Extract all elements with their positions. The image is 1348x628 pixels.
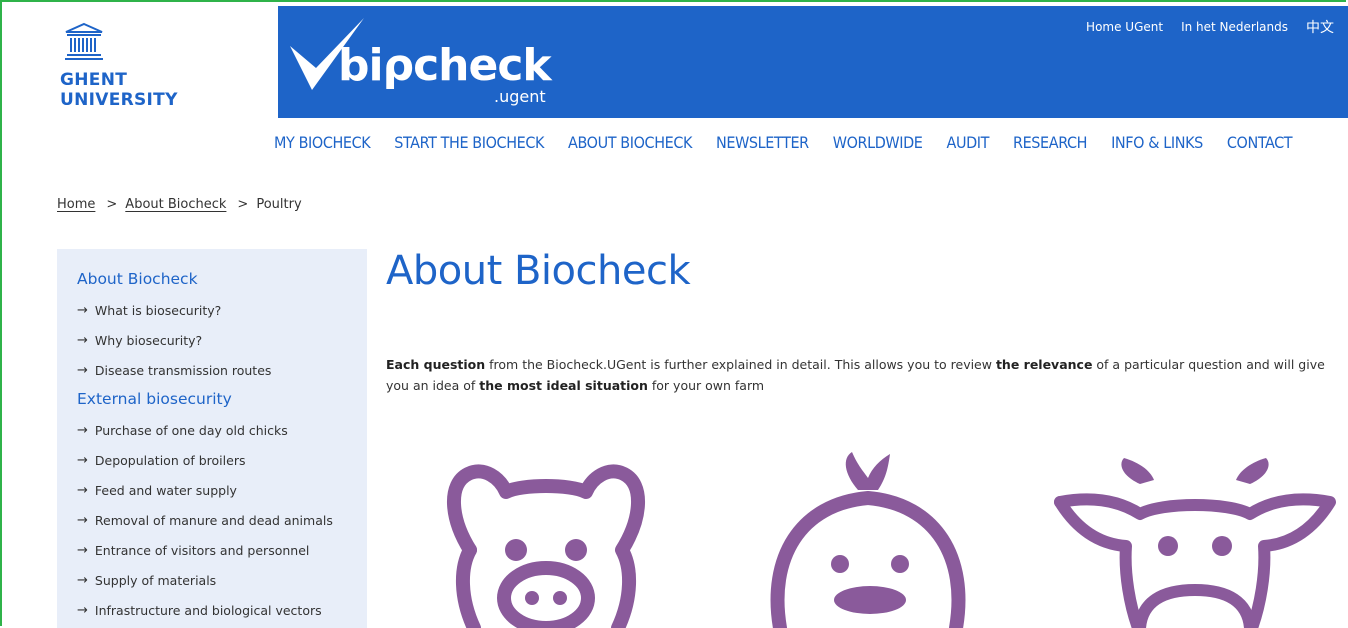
- breadcrumb-about-biocheck[interactable]: About Biocheck: [125, 197, 226, 212]
- home-ugent-link[interactable]: Home UGent: [1086, 20, 1163, 34]
- arrow-right-icon: →: [77, 453, 88, 468]
- sidebar-item-label: What is biosecurity?: [94, 303, 222, 318]
- intro-bold-each-question: Each question: [386, 356, 486, 372]
- breadcrumb-current: Poultry: [256, 197, 302, 212]
- sidebar-item-label: Feed and water supply: [94, 483, 237, 498]
- arrow-right-icon: →: [77, 543, 88, 558]
- chick-icon[interactable]: [760, 448, 980, 628]
- sidebar-item-disease-transmission-routes[interactable]: → Disease transmission routes: [77, 356, 367, 386]
- intro-bold-relevance: the relevance: [995, 356, 1093, 372]
- nav-about-biocheck[interactable]: ABOUT BIOCHECK: [568, 133, 692, 152]
- arrow-right-icon: →: [77, 603, 88, 618]
- breadcrumb-home[interactable]: Home: [57, 197, 95, 212]
- sidebar-heading-external-biosecurity[interactable]: External biosecurity: [77, 388, 367, 410]
- sidebar-item-entrance-of-visitors[interactable]: → Entrance of visitors and personnel: [77, 536, 367, 566]
- breadcrumb: Home > About Biocheck > Poultry: [57, 197, 302, 212]
- sidebar-item-why-biosecurity[interactable]: → Why biosecurity?: [77, 326, 367, 356]
- pig-icon[interactable]: [436, 458, 656, 628]
- nav-my-biocheck[interactable]: MY BIOCHECK: [274, 133, 371, 152]
- intro-text: from the Biocheck.UGent is further expla…: [485, 356, 996, 372]
- nav-start-the-biocheck[interactable]: START THE BIOCHECK: [394, 133, 544, 152]
- sidebar: About Biocheck → What is biosecurity? → Wh…: [57, 249, 367, 628]
- header-banner: biρcheck .ugent Home UGent In het Nederl…: [278, 6, 1348, 118]
- sidebar-item-removal-of-manure[interactable]: → Removal of manure and dead animals: [77, 506, 367, 536]
- breadcrumb-separator: >: [106, 197, 118, 212]
- breadcrumb-separator: >: [237, 197, 249, 212]
- intro-text: for your own farm: [647, 377, 765, 393]
- sidebar-item-label: Depopulation of broilers: [94, 453, 246, 468]
- biocheck-logo[interactable]: biρcheck .ugent: [286, 16, 566, 106]
- top-links: Home UGent In het Nederlands 中文: [1086, 17, 1334, 37]
- sidebar-heading-about-biocheck[interactable]: About Biocheck: [77, 268, 367, 290]
- arrow-right-icon: →: [77, 363, 88, 378]
- sidebar-item-what-is-biosecurity[interactable]: → What is biosecurity?: [77, 296, 367, 326]
- sidebar-item-purchase-of-chicks[interactable]: → Purchase of one day old chicks: [77, 416, 367, 446]
- cow-icon[interactable]: [1052, 456, 1342, 628]
- intro-bold-ideal-situation: the most ideal situation: [479, 377, 648, 393]
- chinese-language-link[interactable]: 中文: [1306, 17, 1334, 37]
- ghent-university-logo[interactable]: GHENT UNIVERSITY: [60, 22, 200, 110]
- sidebar-item-label: Why biosecurity?: [94, 333, 203, 348]
- nav-audit[interactable]: AUDIT: [947, 133, 990, 152]
- dutch-language-link[interactable]: In het Nederlands: [1181, 20, 1288, 34]
- sidebar-item-label: Infrastructure and biological vectors: [94, 603, 322, 618]
- sidebar-item-infrastructure-vectors[interactable]: → Infrastructure and biological vectors: [77, 596, 367, 626]
- sidebar-item-label: Removal of manure and dead animals: [94, 513, 333, 528]
- arrow-right-icon: →: [77, 513, 88, 528]
- page-title: About Biocheck: [386, 248, 691, 294]
- sidebar-item-depopulation-of-broilers[interactable]: → Depopulation of broilers: [77, 446, 367, 476]
- nav-newsletter[interactable]: NEWSLETTER: [716, 133, 809, 152]
- arrow-right-icon: →: [77, 303, 88, 318]
- arrow-right-icon: →: [77, 483, 88, 498]
- sidebar-item-label: Disease transmission routes: [94, 363, 272, 378]
- sidebar-item-supply-of-materials[interactable]: → Supply of materials: [77, 566, 367, 596]
- sidebar-item-label: Entrance of visitors and personnel: [94, 543, 310, 558]
- university-name-line2: UNIVERSITY: [60, 90, 178, 110]
- arrow-right-icon: →: [77, 573, 88, 588]
- arrow-right-icon: →: [77, 333, 88, 348]
- nav-contact[interactable]: CONTACT: [1227, 133, 1293, 152]
- sidebar-item-label: Purchase of one day old chicks: [94, 423, 288, 438]
- sidebar-item-label: Supply of materials: [94, 573, 217, 588]
- main-nav: MY BIOCHECK START THE BIOCHECK ABOUT BIO…: [274, 133, 1316, 152]
- nav-worldwide[interactable]: WORLDWIDE: [833, 133, 923, 152]
- nav-info-links[interactable]: INFO & LINKS: [1111, 133, 1203, 152]
- arrow-right-icon: →: [77, 423, 88, 438]
- biocheck-ugent-suffix: .ugent: [494, 87, 546, 106]
- sidebar-item-feed-and-water[interactable]: → Feed and water supply: [77, 476, 367, 506]
- university-name-line1: GHENT: [60, 70, 128, 90]
- nav-research[interactable]: RESEARCH: [1013, 133, 1087, 152]
- university-building-icon: [65, 22, 103, 60]
- intro-paragraph: Each question from the Biocheck.UGent is…: [386, 354, 1326, 396]
- biocheck-wordmark: biρcheck: [338, 40, 552, 91]
